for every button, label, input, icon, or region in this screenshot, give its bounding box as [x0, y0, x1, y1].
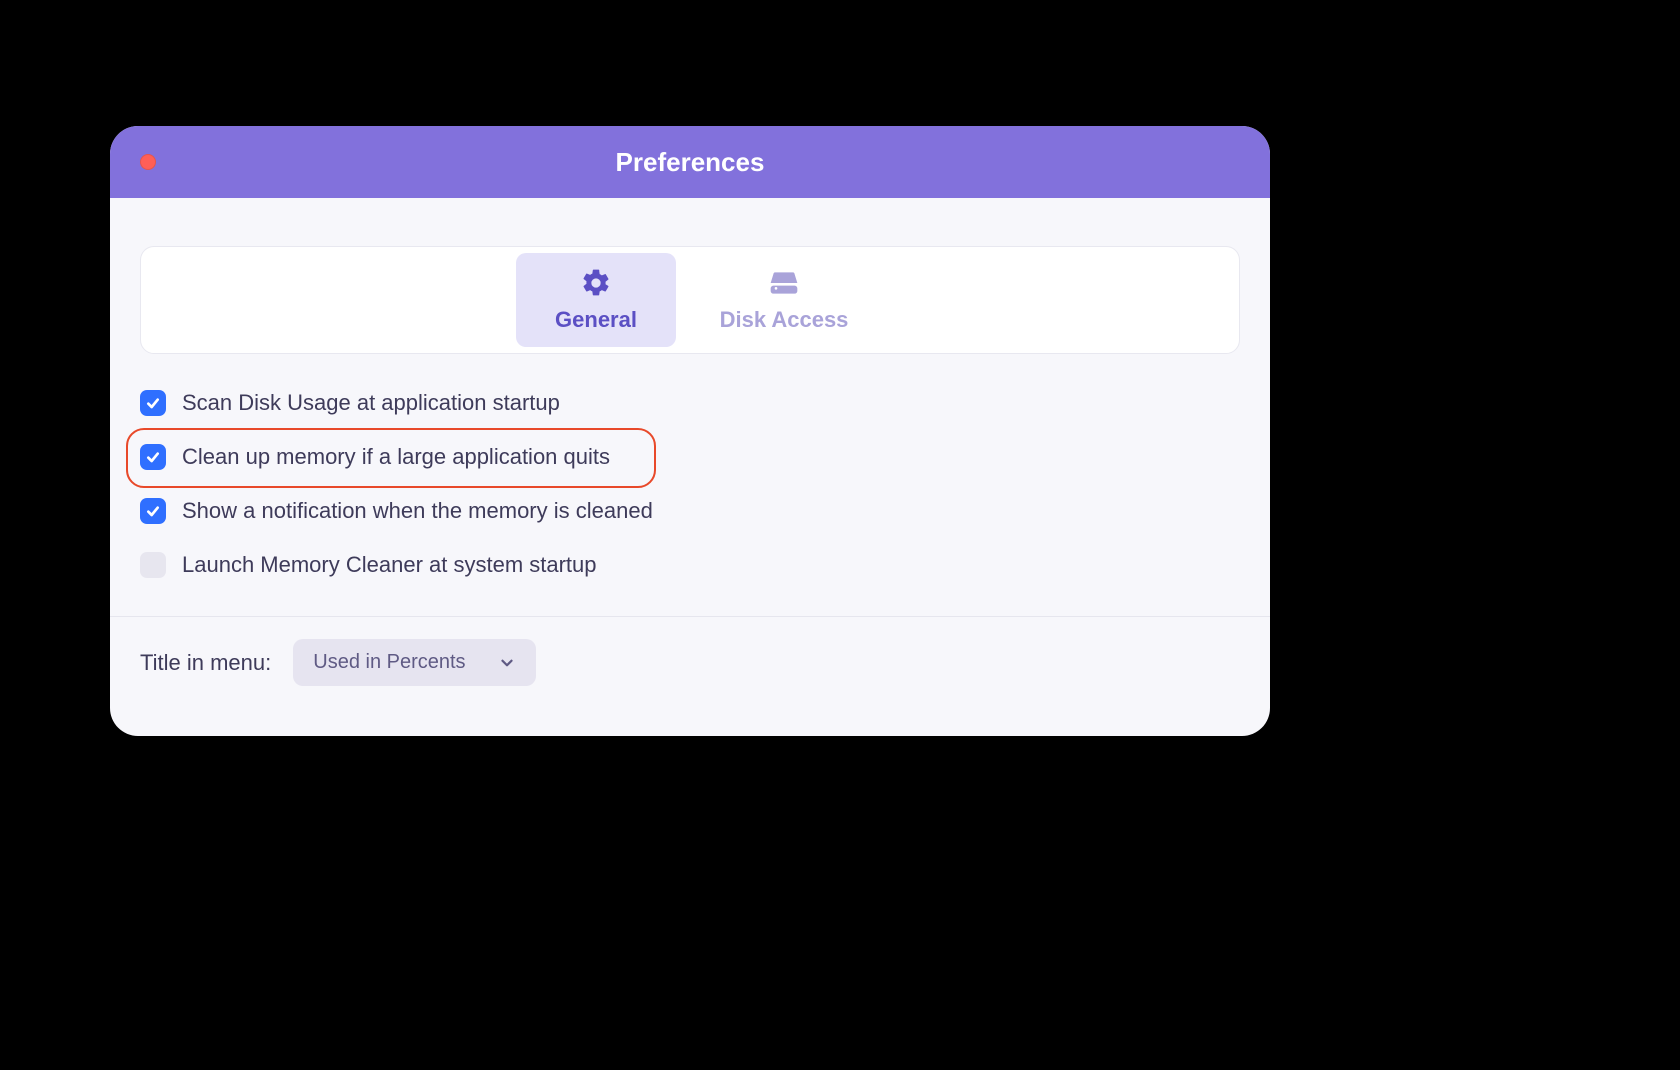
- tab-disk-access-label: Disk Access: [720, 307, 849, 333]
- options-list: Scan Disk Usage at application startup C…: [110, 354, 1270, 578]
- chevron-down-icon: [498, 654, 516, 672]
- content-area: General Disk Access Scan Disk Usage at a…: [110, 198, 1270, 686]
- checkbox-show-notification[interactable]: [140, 498, 166, 524]
- tab-general-label: General: [555, 307, 637, 333]
- checkbox-clean-up-memory[interactable]: [140, 444, 166, 470]
- option-label: Launch Memory Cleaner at system startup: [182, 552, 597, 578]
- checkbox-scan-disk-usage[interactable]: [140, 390, 166, 416]
- dropdown-value: Used in Percents: [313, 651, 465, 674]
- title-in-menu-select[interactable]: Used in Percents: [293, 639, 535, 686]
- gear-icon: [580, 267, 612, 299]
- option-label: Scan Disk Usage at application startup: [182, 390, 560, 416]
- option-label: Clean up memory if a large application q…: [182, 444, 610, 470]
- option-launch-at-startup: Launch Memory Cleaner at system startup: [140, 552, 1240, 578]
- preferences-window: Preferences General Disk Access: [110, 126, 1270, 736]
- title-in-menu-label: Title in menu:: [140, 650, 271, 676]
- tabs-container: General Disk Access: [140, 246, 1240, 354]
- option-label: Show a notification when the memory is c…: [182, 498, 653, 524]
- tab-disk-access[interactable]: Disk Access: [704, 253, 864, 347]
- window-title: Preferences: [616, 147, 765, 178]
- option-clean-up-memory: Clean up memory if a large application q…: [140, 444, 1240, 470]
- option-show-notification: Show a notification when the memory is c…: [140, 498, 1240, 524]
- titlebar: Preferences: [110, 126, 1270, 198]
- dropdown-row: Title in menu: Used in Percents: [110, 617, 1270, 686]
- checkbox-launch-at-startup[interactable]: [140, 552, 166, 578]
- option-scan-disk-usage: Scan Disk Usage at application startup: [140, 390, 1240, 416]
- tab-general[interactable]: General: [516, 253, 676, 347]
- disk-icon: [768, 267, 800, 299]
- close-button[interactable]: [140, 154, 156, 170]
